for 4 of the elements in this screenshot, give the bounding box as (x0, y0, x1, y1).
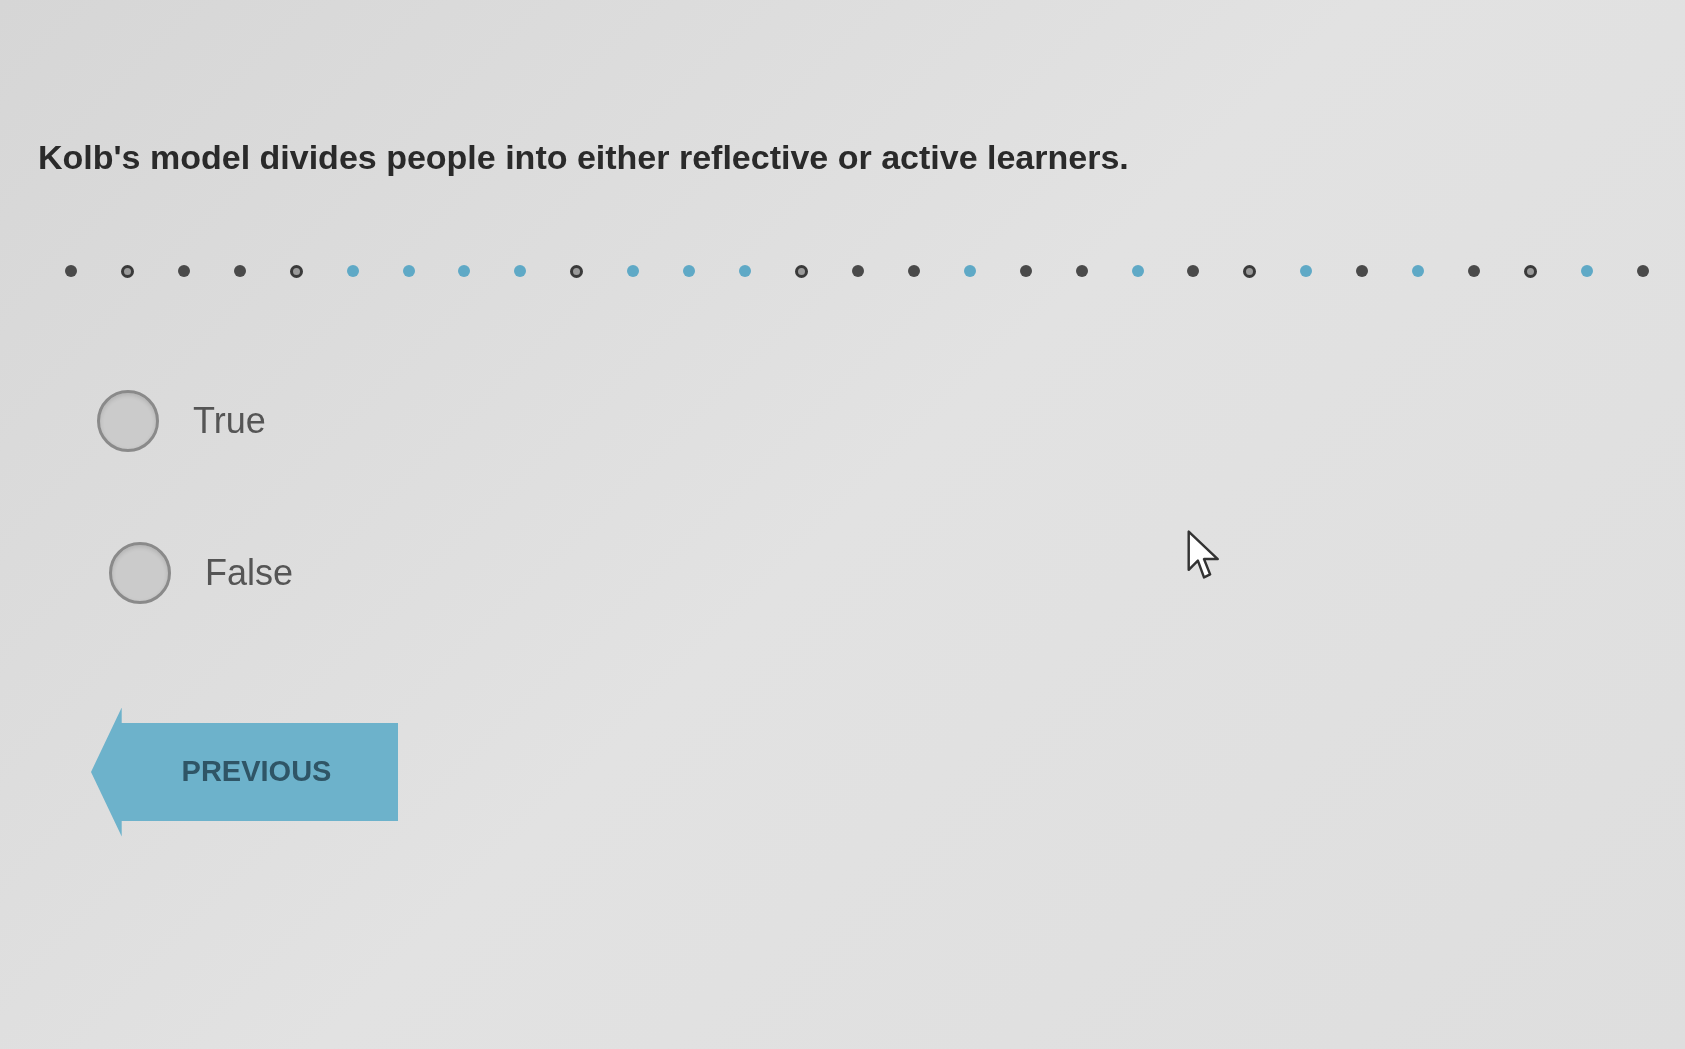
question-text: Kolb's model divides people into either reflective or active learners. (38, 137, 1130, 178)
mouse-pointer-icon (1187, 530, 1221, 582)
option-label: True (193, 402, 266, 439)
option-label: False (205, 554, 294, 591)
